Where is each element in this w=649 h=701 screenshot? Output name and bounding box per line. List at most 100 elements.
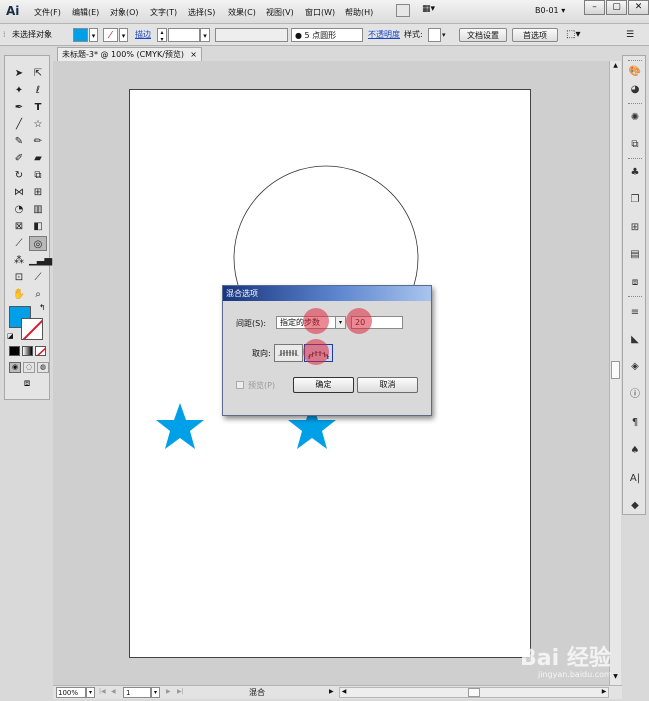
- rotate-tool-icon[interactable]: ↻: [10, 168, 28, 183]
- character-styles-icon[interactable]: ♠: [626, 444, 644, 458]
- draw-inside-icon[interactable]: ◍: [37, 362, 49, 373]
- column-graph-tool-icon[interactable]: ▁▃▅: [29, 253, 52, 268]
- pencil-tool-icon[interactable]: ✏: [29, 134, 47, 149]
- scroll-up-icon[interactable]: ▲: [611, 62, 620, 72]
- menu-view[interactable]: 视图(V): [266, 7, 294, 18]
- document-setup-button[interactable]: 文档设置: [459, 28, 507, 42]
- graphic-styles-icon[interactable]: ❐: [626, 193, 644, 207]
- transparency-icon[interactable]: ◈: [626, 360, 644, 374]
- stroke-color-box[interactable]: [21, 318, 43, 340]
- horizontal-scrollbar[interactable]: ◀ ▶: [339, 687, 609, 698]
- gradient-tool-icon[interactable]: ◧: [29, 219, 47, 234]
- graphic-style-swatch[interactable]: [428, 28, 441, 42]
- cancel-button[interactable]: 取消: [357, 377, 418, 393]
- align-to-page-button[interactable]: [274, 344, 303, 362]
- arrange-documents-icon[interactable]: ▦▾: [422, 4, 442, 17]
- zoom-tool-icon[interactable]: ⌕: [29, 287, 47, 302]
- blend-tool-icon[interactable]: ◎: [29, 236, 47, 251]
- perspective-grid-tool-icon[interactable]: ▥: [29, 202, 47, 217]
- gradient-panel-icon[interactable]: ◣: [626, 333, 644, 347]
- prev-artboard-icon[interactable]: ◀: [111, 688, 116, 695]
- shape-builder-tool-icon[interactable]: ◔: [10, 202, 28, 217]
- paintbrush-tool-icon[interactable]: ✎: [10, 134, 28, 149]
- draw-normal-icon[interactable]: ◉: [9, 362, 21, 373]
- stroke-weight-input[interactable]: [168, 28, 200, 42]
- vertical-scrollbar[interactable]: ▲ ▼: [609, 61, 621, 686]
- menu-window[interactable]: 窗口(W): [305, 7, 335, 18]
- brush-definition[interactable]: ● 5 点圆形: [291, 28, 363, 42]
- brushes-icon[interactable]: ⧉: [626, 138, 644, 152]
- fill-dropdown-icon[interactable]: ▾: [89, 28, 98, 42]
- layers-icon[interactable]: ◆: [626, 499, 644, 513]
- width-tool-icon[interactable]: ⋈: [10, 185, 28, 200]
- blob-brush-tool-icon[interactable]: ✐: [10, 151, 28, 166]
- screen-mode-icon[interactable]: ⧈: [19, 378, 35, 390]
- stroke-panel-icon[interactable]: ≡: [626, 306, 644, 320]
- free-transform-tool-icon[interactable]: ⊞: [29, 185, 47, 200]
- panel-menu-icon[interactable]: ☰: [626, 28, 634, 42]
- align-options-icon[interactable]: ⬚▾: [566, 28, 580, 42]
- scroll-down-icon[interactable]: ▼: [611, 673, 620, 683]
- menu-type[interactable]: 文字(T): [150, 7, 177, 18]
- swatches-icon[interactable]: ✺: [626, 111, 644, 125]
- draw-behind-icon[interactable]: ◌: [23, 362, 35, 373]
- color-panel-icon[interactable]: 🎨: [626, 65, 644, 79]
- steps-input[interactable]: 20: [351, 316, 403, 329]
- paragraph-icon[interactable]: ¶: [626, 416, 644, 430]
- fill-swatch[interactable]: [73, 28, 88, 42]
- stroke-link[interactable]: 描边: [135, 28, 151, 42]
- document-tab-close-icon[interactable]: ×: [190, 48, 197, 61]
- menu-help[interactable]: 帮助(H): [345, 7, 373, 18]
- character-icon[interactable]: A|: [626, 472, 644, 486]
- menu-edit[interactable]: 编辑(E): [72, 7, 99, 18]
- spacing-select[interactable]: 指定的步数 ▾: [276, 316, 346, 329]
- align-icon[interactable]: ▤: [626, 248, 644, 262]
- bridge-icon[interactable]: [396, 4, 410, 17]
- artboard-dropdown-icon[interactable]: ▾: [151, 687, 160, 698]
- default-fill-stroke-icon[interactable]: ◪: [7, 332, 14, 340]
- line-tool-icon[interactable]: ╱: [10, 117, 28, 132]
- stroke-weight-dropdown-icon[interactable]: ▾: [200, 28, 210, 42]
- eraser-tool-icon[interactable]: ▰: [29, 151, 47, 166]
- document-info-icon[interactable]: ⓘ: [626, 388, 644, 402]
- scale-tool-icon[interactable]: ⧉: [29, 168, 47, 183]
- type-tool-icon[interactable]: T: [29, 100, 47, 115]
- artboard-tool-icon[interactable]: ⊡: [10, 270, 28, 285]
- mesh-tool-icon[interactable]: ⊠: [10, 219, 28, 234]
- first-artboard-icon[interactable]: |◀: [99, 688, 106, 695]
- none-mode-icon[interactable]: [35, 346, 46, 356]
- star-tool-icon[interactable]: ☆: [29, 117, 47, 132]
- minimize-button[interactable]: –: [584, 0, 605, 15]
- next-artboard-icon[interactable]: ▶: [166, 688, 171, 695]
- stroke-swatch[interactable]: ⁄: [103, 28, 118, 42]
- magic-wand-tool-icon[interactable]: ✦: [10, 83, 28, 98]
- menu-effect[interactable]: 效果(C): [228, 7, 256, 18]
- hand-tool-icon[interactable]: ✋: [10, 287, 28, 302]
- star-shape-left[interactable]: [156, 403, 204, 449]
- symbols-icon[interactable]: ♣: [626, 166, 644, 180]
- stroke-weight-stepper[interactable]: ▴ ▾: [157, 28, 167, 43]
- ok-button[interactable]: 确定: [293, 377, 354, 393]
- lasso-tool-icon[interactable]: ℓ: [29, 83, 47, 98]
- menu-object[interactable]: 对象(O): [110, 7, 139, 18]
- color-guide-icon[interactable]: ◕: [626, 83, 644, 97]
- eyedropper-tool-icon[interactable]: ⟋: [10, 236, 28, 251]
- pathfinder-icon[interactable]: ⧈: [626, 276, 644, 290]
- swap-fill-stroke-icon[interactable]: ↰: [39, 303, 46, 312]
- maximize-button[interactable]: ▢: [606, 0, 627, 15]
- direct-selection-tool-icon[interactable]: ⇱: [29, 66, 47, 81]
- last-artboard-icon[interactable]: ▶|: [177, 688, 184, 695]
- preview-checkbox[interactable]: [236, 381, 244, 389]
- scroll-left-icon[interactable]: ◀: [340, 688, 348, 697]
- menu-file[interactable]: 文件(F): [34, 7, 61, 18]
- opacity-link[interactable]: 不透明度: [368, 28, 400, 42]
- scroll-thumb[interactable]: [611, 361, 620, 379]
- document-tab[interactable]: 未标题-3* @ 100% (CMYK/预览) ×: [57, 47, 202, 61]
- stroke-dropdown-icon[interactable]: ▾: [119, 28, 128, 42]
- artboard-number-input[interactable]: 1: [123, 687, 151, 698]
- preferences-button[interactable]: 首选项: [512, 28, 558, 42]
- slice-tool-icon[interactable]: ⟋: [29, 270, 47, 285]
- graphic-style-dropdown-icon[interactable]: ▾: [442, 28, 446, 42]
- align-to-path-button[interactable]: [304, 344, 333, 362]
- gradient-mode-icon[interactable]: [22, 346, 33, 356]
